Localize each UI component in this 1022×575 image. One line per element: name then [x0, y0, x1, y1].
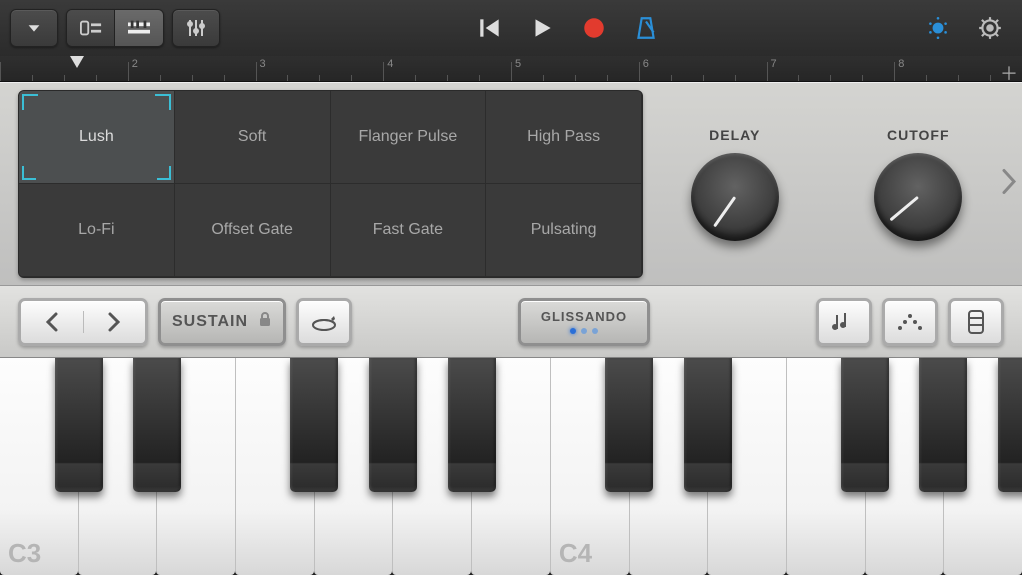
timeline-ruler[interactable]: 2345678 ＋ — [0, 56, 1022, 82]
glissando-label: GLISSANDO — [541, 309, 627, 324]
arpeggiator-button[interactable] — [882, 298, 938, 346]
preset-lo-fi[interactable]: Lo-Fi — [19, 184, 175, 277]
cutoff-knob-label: CUTOFF — [887, 127, 950, 143]
track-view-button[interactable] — [67, 10, 115, 46]
ruler-bar-number: 7 — [771, 58, 777, 70]
black-key[interactable] — [55, 358, 103, 492]
ruler-bar-number: 3 — [260, 58, 266, 70]
black-key[interactable] — [133, 358, 181, 492]
black-key[interactable] — [998, 358, 1022, 492]
lock-icon — [258, 311, 272, 332]
preset-offset-gate[interactable]: Offset Gate — [175, 184, 331, 277]
view-switcher — [66, 9, 164, 47]
mixer-button[interactable] — [172, 9, 220, 47]
preset-fast-gate[interactable]: Fast Gate — [331, 184, 487, 277]
instrument-view-button[interactable] — [115, 10, 163, 46]
keyboard-layout-button[interactable] — [948, 298, 1004, 346]
metronome-button[interactable] — [624, 6, 668, 50]
preset-grid: LushSoftFlanger PulseHigh Pass Lo-FiOffse… — [18, 90, 643, 278]
preset-flanger-pulse[interactable]: Flanger Pulse — [331, 91, 487, 184]
black-key[interactable] — [605, 358, 653, 492]
sustain-label: SUSTAIN — [172, 313, 248, 331]
top-toolbar — [0, 0, 1022, 56]
playhead-icon[interactable] — [70, 56, 84, 68]
glissando-page-dots — [570, 328, 598, 334]
keyboard-button-row: SUSTAIN GLISSANDO — [0, 286, 1022, 358]
rewind-button[interactable] — [468, 6, 512, 50]
settings-button[interactable] — [968, 6, 1012, 50]
project-dropdown-button[interactable] — [10, 9, 58, 47]
delay-knob-label: DELAY — [709, 127, 760, 143]
black-key[interactable] — [369, 358, 417, 492]
ruler-bar-number: 8 — [898, 58, 904, 70]
play-button[interactable] — [520, 6, 564, 50]
octave-label: C4 — [559, 538, 592, 569]
autoplay-button[interactable] — [296, 298, 352, 346]
record-button[interactable] — [572, 6, 616, 50]
octave-label: C3 — [8, 538, 41, 569]
octave-switcher — [18, 298, 148, 346]
preset-high-pass[interactable]: High Pass — [486, 91, 642, 184]
black-key[interactable] — [919, 358, 967, 492]
cutoff-knob[interactable] — [874, 153, 962, 241]
black-key[interactable] — [448, 358, 496, 492]
octave-up-button[interactable] — [84, 311, 146, 333]
glissando-button[interactable]: GLISSANDO — [518, 298, 650, 346]
preset-pulsating[interactable]: Pulsating — [486, 184, 642, 277]
info-button[interactable] — [916, 6, 960, 50]
preset-soft[interactable]: Soft — [175, 91, 331, 184]
black-key[interactable] — [290, 358, 338, 492]
black-key[interactable] — [841, 358, 889, 492]
next-controls-button[interactable] — [1000, 168, 1018, 201]
octave-down-button[interactable] — [21, 311, 84, 333]
ruler-bar-number: 4 — [387, 58, 393, 70]
knob-area: DELAY CUTOFF — [643, 127, 1010, 241]
ruler-bar-number: 5 — [515, 58, 521, 70]
sustain-button[interactable]: SUSTAIN — [158, 298, 286, 346]
black-key[interactable] — [684, 358, 732, 492]
piano-keyboard: C3 C4 — [0, 358, 1022, 575]
chord-strips-button[interactable] — [816, 298, 872, 346]
ruler-bar-number: 6 — [643, 58, 649, 70]
sound-control-panel: LushSoftFlanger PulseHigh Pass Lo-FiOffse… — [0, 82, 1022, 286]
delay-knob[interactable] — [691, 153, 779, 241]
preset-lush[interactable]: Lush — [19, 91, 175, 184]
ruler-bar-number: 2 — [132, 58, 138, 70]
